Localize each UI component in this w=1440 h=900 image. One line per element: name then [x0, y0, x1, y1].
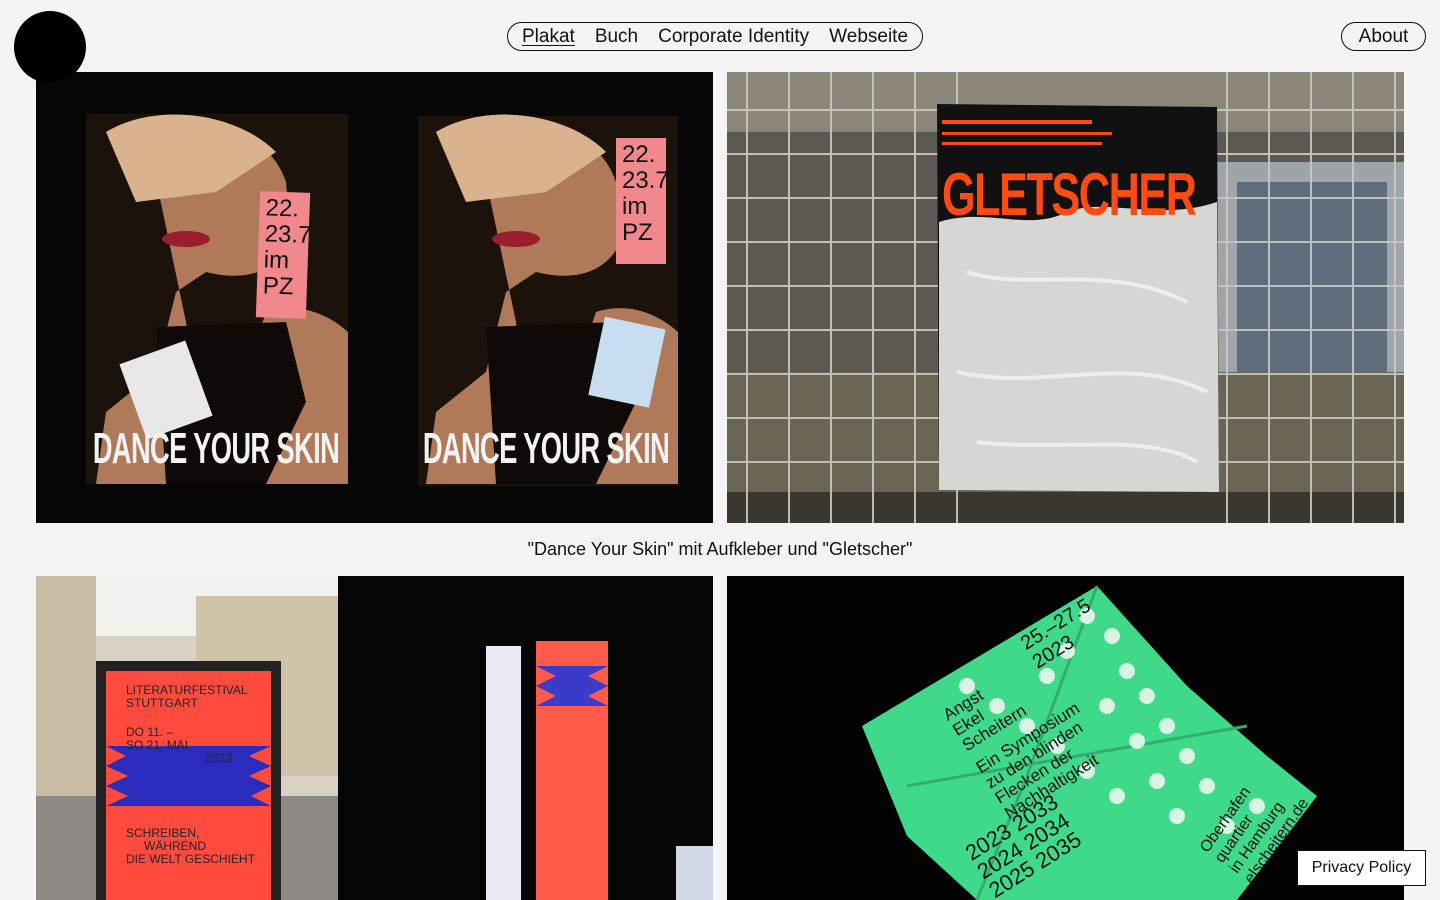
poster-title-gletscher: GLETSCHER	[942, 161, 1197, 228]
gallery-caption: "Dance Your Skin" mit Aufkleber und "Gle…	[527, 539, 913, 559]
nav-item-corporate-identity[interactable]: Corporate Identity	[658, 26, 809, 48]
poster-line: 2023	[205, 751, 232, 765]
sticker-line: PZ	[262, 272, 295, 301]
project-image-literaturfestival[interactable]: LITERATURFESTIVAL STUTTGART DO 11. – SO …	[36, 576, 713, 900]
sticker-line: im	[263, 246, 290, 275]
poster-line: SO 21. MAI	[126, 738, 189, 752]
sticker-line: PZ	[622, 219, 653, 246]
date-sticker-right: 22. 23.7 im PZ	[616, 138, 669, 264]
nav-item-buch[interactable]: Buch	[595, 26, 638, 48]
sticker-line: 22.	[265, 194, 300, 223]
project-image-dance-your-skin[interactable]: 22. 23.7 im PZ 22. 23.7 im PZ DANCE YOUR…	[36, 72, 713, 523]
date-sticker-left: 22. 23.7 im PZ	[255, 191, 312, 319]
nav-item-plakat[interactable]: Plakat	[522, 26, 575, 48]
gletscher-photo	[727, 72, 1404, 523]
sticker-line: 23.7	[622, 167, 669, 194]
nav-item-webseite[interactable]: Webseite	[829, 26, 908, 48]
privacy-policy-button[interactable]: Privacy Policy	[1297, 850, 1426, 886]
about-button[interactable]: About	[1341, 22, 1426, 51]
festival-poster-text: LITERATURFESTIVAL STUTTGART DO 11. – SO …	[126, 684, 266, 866]
sticker-line: 23.7	[264, 220, 312, 249]
sticker-line: im	[622, 193, 648, 220]
category-nav: Plakat Buch Corporate Identity Webseite	[507, 22, 924, 51]
poster-title-right: DANCE YOUR SKIN	[422, 424, 670, 473]
poster-line: DIE WELT GESCHIEHT	[126, 852, 255, 866]
sticker-line: 22.	[622, 141, 656, 168]
poster-line: STUTTGART	[126, 696, 198, 710]
project-image-gletscher[interactable]: GLETSCHER	[727, 72, 1404, 523]
logo-circle[interactable]	[14, 11, 86, 83]
